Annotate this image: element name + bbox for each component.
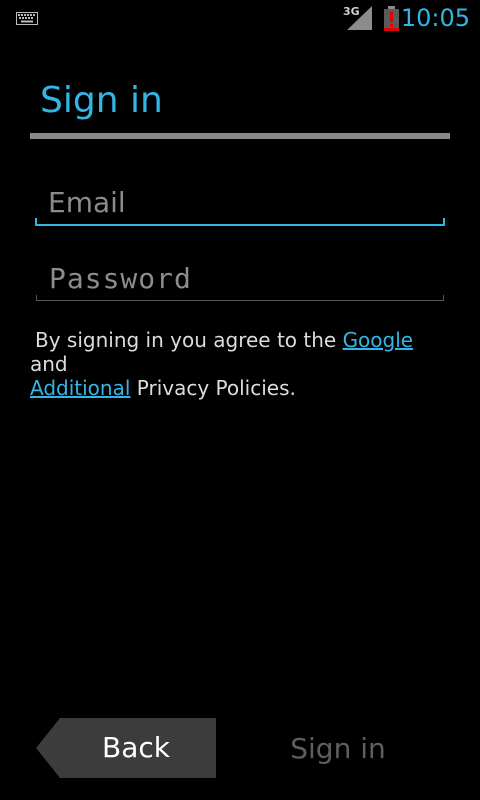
terms-middle: and (30, 352, 68, 376)
page-title: Sign in (40, 80, 163, 121)
terms-suffix: Privacy Policies. (136, 376, 296, 400)
google-policy-link[interactable]: Google (343, 328, 414, 352)
battery-low-icon (384, 6, 399, 31)
back-button-label: Back (102, 731, 170, 764)
email-field-underline (35, 218, 445, 226)
additional-policy-link[interactable]: Additional (30, 376, 130, 400)
cell-signal-icon (347, 6, 372, 30)
password-field[interactable] (36, 256, 444, 300)
back-button[interactable]: Back (36, 718, 216, 778)
keyboard-icon (16, 12, 38, 25)
terms-text: By signing in you agree to the Google an… (30, 328, 450, 400)
status-bar: 3G 10:05 (0, 0, 480, 38)
terms-prefix: By signing in you agree to the (35, 328, 337, 352)
email-field-container (35, 180, 445, 226)
sign-in-screen: 3G 10:05 Sign in By signing in you agree… (0, 0, 480, 800)
title-divider (30, 133, 450, 139)
email-field[interactable] (35, 180, 445, 224)
password-field-container (36, 256, 444, 301)
password-field-underline (36, 295, 444, 301)
sign-in-button[interactable]: Sign in (258, 718, 418, 778)
status-clock: 10:05 (400, 4, 470, 32)
